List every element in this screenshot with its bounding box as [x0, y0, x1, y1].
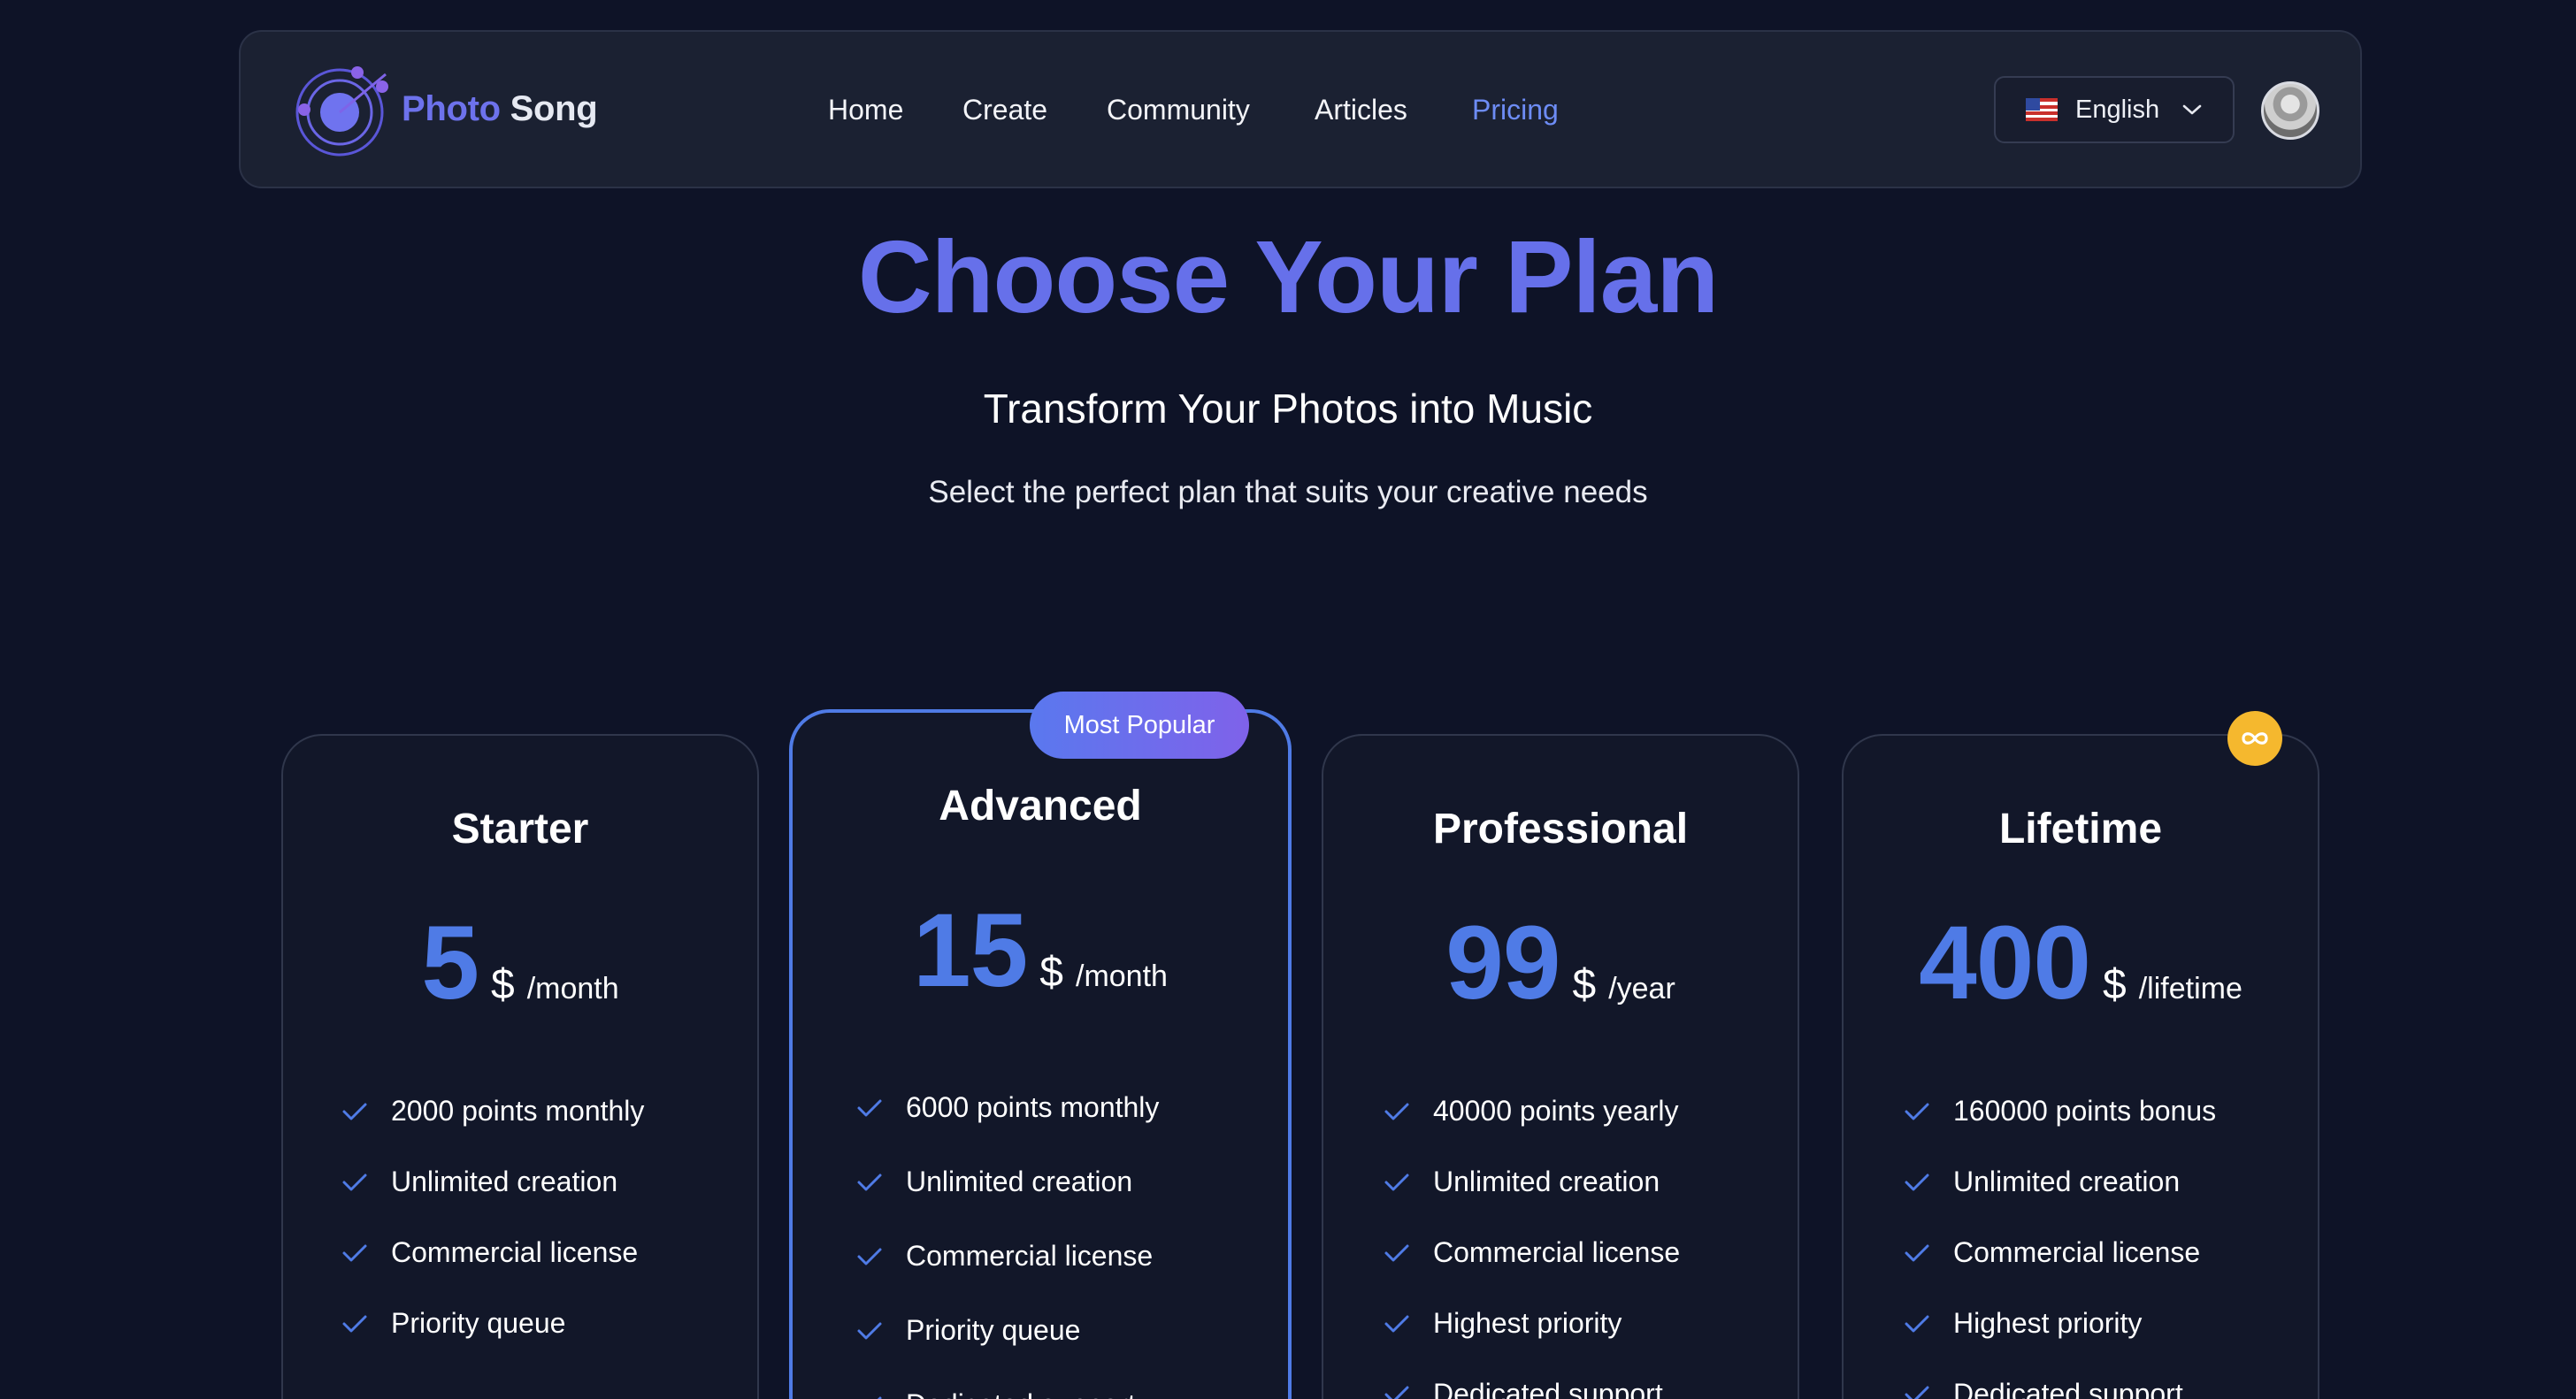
feature-item: Highest priority — [1904, 1307, 2142, 1340]
check-icon — [1905, 1173, 1929, 1190]
feature-text: Priority queue — [906, 1314, 1081, 1346]
language-label: English — [2075, 95, 2160, 124]
feature-text: Unlimited creation — [906, 1166, 1133, 1197]
feature-text: 2000 points monthly — [391, 1095, 645, 1127]
feature-text: 40000 points yearly — [1433, 1095, 1679, 1127]
feature-text: Dedicated support — [906, 1388, 1136, 1399]
feature-text: 6000 points monthly — [906, 1091, 1160, 1123]
check-icon — [877, 1396, 882, 1399]
feature-text: Commercial license — [1433, 1236, 1681, 1268]
price-period: /month — [1076, 959, 1168, 993]
language-selector[interactable]: English — [1994, 76, 2235, 143]
user-avatar[interactable] — [2261, 81, 2319, 140]
nav-link-home[interactable]: Home — [828, 94, 903, 126]
most-popular-badge: Most Popular — [1030, 692, 1249, 759]
feature-text: Highest priority — [1433, 1307, 1622, 1339]
feature-item: Unlimited creation — [856, 1166, 1132, 1198]
feature-text: Unlimited creation — [1433, 1166, 1660, 1197]
price-period: /year — [1608, 972, 1675, 1005]
feature-item: Commercial license — [1384, 1236, 1680, 1269]
feature-text: Highest priority — [1953, 1307, 2143, 1339]
check-icon — [857, 1248, 882, 1265]
price-period: /lifetime — [2138, 972, 2242, 1005]
feature-item: Dedicated support — [856, 1388, 1136, 1399]
price-amount: 400 — [1919, 905, 2091, 1021]
plan-name: Professional — [1432, 806, 1689, 852]
feature-item: Unlimited creation — [1904, 1166, 2180, 1198]
infinity-icon — [2242, 732, 2268, 745]
check-icon — [1905, 1244, 1929, 1261]
feature-text: Commercial license — [391, 1236, 639, 1268]
check-icon — [1384, 1315, 1409, 1332]
feature-text: Commercial license — [1953, 1236, 2201, 1268]
plan-price: 99 $ /year — [1323, 911, 1798, 1015]
feature-text: Unlimited creation — [1953, 1166, 2181, 1197]
price-period: /month — [526, 972, 619, 1005]
check-icon — [1905, 1315, 1929, 1332]
feature-item: Highest priority — [1384, 1307, 1622, 1340]
nav-link-create[interactable]: Create — [962, 94, 1047, 126]
nav-link-pricing[interactable]: Pricing — [1472, 94, 1559, 126]
feature-text: Unlimited creation — [391, 1166, 618, 1197]
page-title: Choose Your Plan — [857, 219, 1719, 334]
plan-price: 400 $ /lifetime — [1844, 911, 2318, 1015]
plan-price: 5 $ /month — [283, 911, 757, 1015]
check-icon — [1905, 1386, 1929, 1399]
plan-card-starter: Starter 5 $ /month 2000 points monthly U… — [281, 734, 759, 1399]
price-amount: 15 — [913, 892, 1028, 1009]
feature-item: 6000 points monthly — [856, 1091, 1159, 1124]
us-flag-icon — [2026, 98, 2058, 121]
price-currency: $ — [490, 961, 515, 1008]
nav-link-articles[interactable]: Articles — [1315, 94, 1407, 126]
feature-item: Commercial license — [1904, 1236, 2200, 1269]
feature-text: 160000 points bonus — [1953, 1095, 2217, 1127]
feature-item: 160000 points bonus — [1904, 1095, 2216, 1128]
plan-name: Lifetime — [1998, 806, 2163, 852]
check-icon — [1384, 1103, 1409, 1120]
check-icon — [1384, 1386, 1409, 1399]
price-amount: 5 — [421, 905, 479, 1021]
check-icon — [857, 1099, 882, 1116]
plan-name: Advanced — [939, 783, 1142, 829]
feature-item: Dedicated support — [1904, 1378, 2183, 1399]
plan-card-advanced: Advanced 15 $ /month 6000 points monthly… — [789, 709, 1292, 1399]
page-subtitle: Transform Your Photos into Music — [983, 386, 1593, 432]
plan-name: Starter — [451, 806, 589, 852]
plan-card-professional: Professional 99 $ /year 40000 points yea… — [1322, 734, 1799, 1399]
feature-item: Unlimited creation — [341, 1166, 617, 1198]
feature-item: Unlimited creation — [1384, 1166, 1660, 1198]
infinity-badge — [2227, 711, 2282, 766]
feature-text: Commercial license — [906, 1240, 1154, 1272]
top-navbar: Photo Song Home Create Community Article… — [239, 30, 2362, 188]
price-currency: $ — [1039, 949, 1063, 996]
feature-item: Commercial license — [856, 1240, 1153, 1273]
feature-item: 40000 points yearly — [1384, 1095, 1679, 1128]
price-amount: 99 — [1445, 905, 1560, 1021]
check-icon — [1384, 1244, 1409, 1261]
check-icon — [857, 1322, 882, 1339]
feature-text: Priority queue — [391, 1307, 566, 1339]
feature-item: Commercial license — [341, 1236, 638, 1269]
price-currency: $ — [2103, 961, 2127, 1008]
feature-item: 2000 points monthly — [341, 1095, 644, 1128]
feature-text: Dedicated support — [1433, 1378, 1663, 1399]
feature-item: Dedicated support — [1384, 1378, 1663, 1399]
feature-item: Priority queue — [341, 1307, 565, 1340]
check-icon — [342, 1173, 367, 1190]
check-icon — [342, 1315, 367, 1332]
feature-text: Dedicated support — [1953, 1378, 2183, 1399]
price-currency: $ — [1572, 961, 1597, 1008]
plan-card-lifetime: Lifetime 400 $ /lifetime 160000 points b… — [1842, 734, 2319, 1399]
pricing-page: Photo Song Home Create Community Article… — [0, 0, 2576, 1399]
chevron-down-icon — [2182, 104, 2202, 115]
check-icon — [857, 1173, 882, 1190]
feature-item: Priority queue — [856, 1314, 1080, 1347]
plan-price: 15 $ /month — [793, 898, 1288, 1003]
nav-link-community[interactable]: Community — [1107, 94, 1250, 126]
check-icon — [342, 1103, 367, 1120]
check-icon — [1905, 1103, 1929, 1120]
check-icon — [1384, 1173, 1409, 1190]
page-description: Select the perfect plan that suits your … — [928, 475, 1648, 509]
check-icon — [342, 1244, 367, 1261]
